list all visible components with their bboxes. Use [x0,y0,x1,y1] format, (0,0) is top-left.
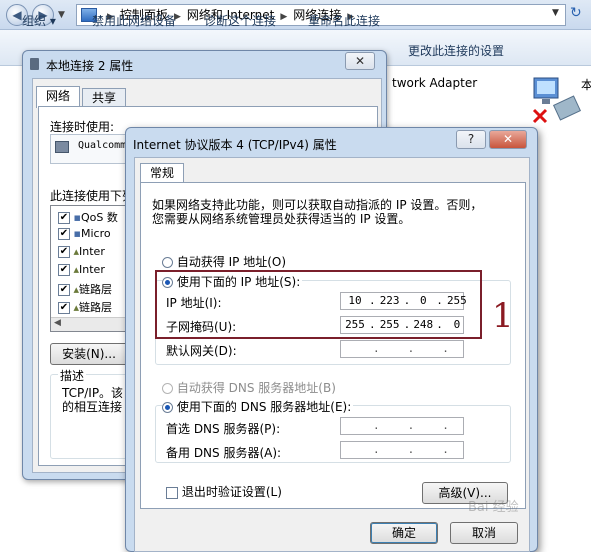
cancel-button[interactable]: 取消 [450,522,518,544]
manual-dns-option[interactable]: 使用下面的 DNS 服务器地址(E): [162,398,354,415]
list-item-label: Inter [79,245,105,258]
close-icon: ✕ [354,54,366,68]
diagnose-command[interactable]: 诊断这个连接 [204,12,276,29]
tab-sharing[interactable]: 共享 [82,88,126,108]
checkbox[interactable]: ✔ [58,302,70,314]
tab-general[interactable]: 常规 [140,163,184,183]
checkbox[interactable]: ✔ [58,228,70,240]
adapter-card-icon [55,141,69,153]
auto-dns-label: 自动获得 DNS 服务器地址(B) [176,381,336,395]
organize-menu[interactable]: 组织 ▾ [22,12,56,29]
rename-command[interactable]: 重命名此连接 [308,12,380,29]
validate-option[interactable]: 退出时验证设置(L) [166,483,282,500]
watermark: Bai 经验 [468,500,519,515]
scroll-left-icon[interactable]: ◀ [54,318,61,328]
close-icon: ✕ [502,132,514,146]
auto-dns-option[interactable]: 自动获得 DNS 服务器地址(B) [162,379,336,396]
close-button[interactable]: ✕ [345,52,375,70]
install-button[interactable]: 安装(N)... [50,343,128,365]
description-line-2: 的相互连接 [62,400,123,414]
disable-device-command[interactable]: 禁用此网络设备 [92,12,176,29]
gateway-label: 默认网关(D): [166,344,237,358]
checkbox[interactable]: ✔ [58,284,70,296]
checkbox[interactable]: ✔ [58,212,70,224]
checkbox[interactable] [166,486,178,499]
network-adapter-icon[interactable] [528,72,588,132]
list-item-label: 链路层 [79,301,113,314]
radio-button[interactable] [162,383,173,394]
adapter-name: Qualcomm [78,140,127,151]
recent-pages-chevron-icon[interactable]: ▼ [58,10,65,20]
qos-icon: ▪ [73,211,81,224]
annotation-number: 1 [492,296,514,336]
list-item[interactable]: ✔ ▪Micro [58,227,111,245]
alternate-dns-label: 备用 DNS 服务器(A): [166,446,282,460]
close-button[interactable]: ✕ [489,130,527,149]
help-button[interactable]: ? [456,130,486,149]
adapter-description: twork Adapter [392,76,478,90]
window-title: Internet 协议版本 4 (TCP/IPv4) 属性 [133,138,337,152]
list-item[interactable]: ✔ ▴链路层 [58,281,112,299]
alternate-dns-field[interactable]: ... [340,441,464,459]
list-item[interactable]: ✔ ▴Inter [58,263,105,281]
ok-button[interactable]: 确定 [370,522,438,544]
checkbox[interactable]: ✔ [58,246,70,258]
change-settings-command[interactable]: 更改此连接的设置 [408,42,504,59]
preferred-dns-field[interactable]: ... [340,417,464,435]
list-item[interactable]: ✔ ▴链路层 [58,299,112,317]
window-title: 本地连接 2 属性 [46,59,134,73]
list-item-label: 链路层 [79,283,113,296]
checkbox[interactable]: ✔ [58,264,70,276]
manual-dns-label: 使用下面的 DNS 服务器地址(E): [176,400,352,414]
intro-line-2: 您需要从网络系统管理员处获得适当的 IP 设置。 [152,212,411,226]
radio-button[interactable] [162,402,173,413]
horizontal-scrollbar[interactable] [51,317,129,331]
radio-button[interactable] [162,257,173,268]
list-item-label: Micro [80,227,111,240]
list-item-label: QoS 数 [80,211,118,224]
help-icon: ? [467,132,475,146]
preferred-dns-label: 首选 DNS 服务器(P): [166,422,281,436]
list-item[interactable]: ✔ ▴Inter [58,245,105,263]
tab-networking[interactable]: 网络 [36,86,80,108]
connect-using-label: 连接时使用: [50,120,115,134]
auto-ip-label: 自动获得 IP 地址(O) [176,255,287,269]
highlight-box [155,270,482,339]
network-client-icon: ▪ [73,227,81,240]
list-item-label: Inter [79,263,105,276]
gateway-field[interactable]: ... [340,340,464,358]
list-item[interactable]: ✔ ▪QoS 数 [58,209,118,227]
chevron-right-icon: ▶ [280,12,288,22]
address-dropdown-icon[interactable]: ▼ [552,8,559,18]
network-plug-icon [30,58,39,70]
validate-label: 退出时验证设置(L) [181,485,282,499]
refresh-icon[interactable]: ↻ [570,5,582,21]
auto-ip-option[interactable]: 自动获得 IP 地址(O) [162,253,286,270]
description-label: 描述 [58,367,87,384]
